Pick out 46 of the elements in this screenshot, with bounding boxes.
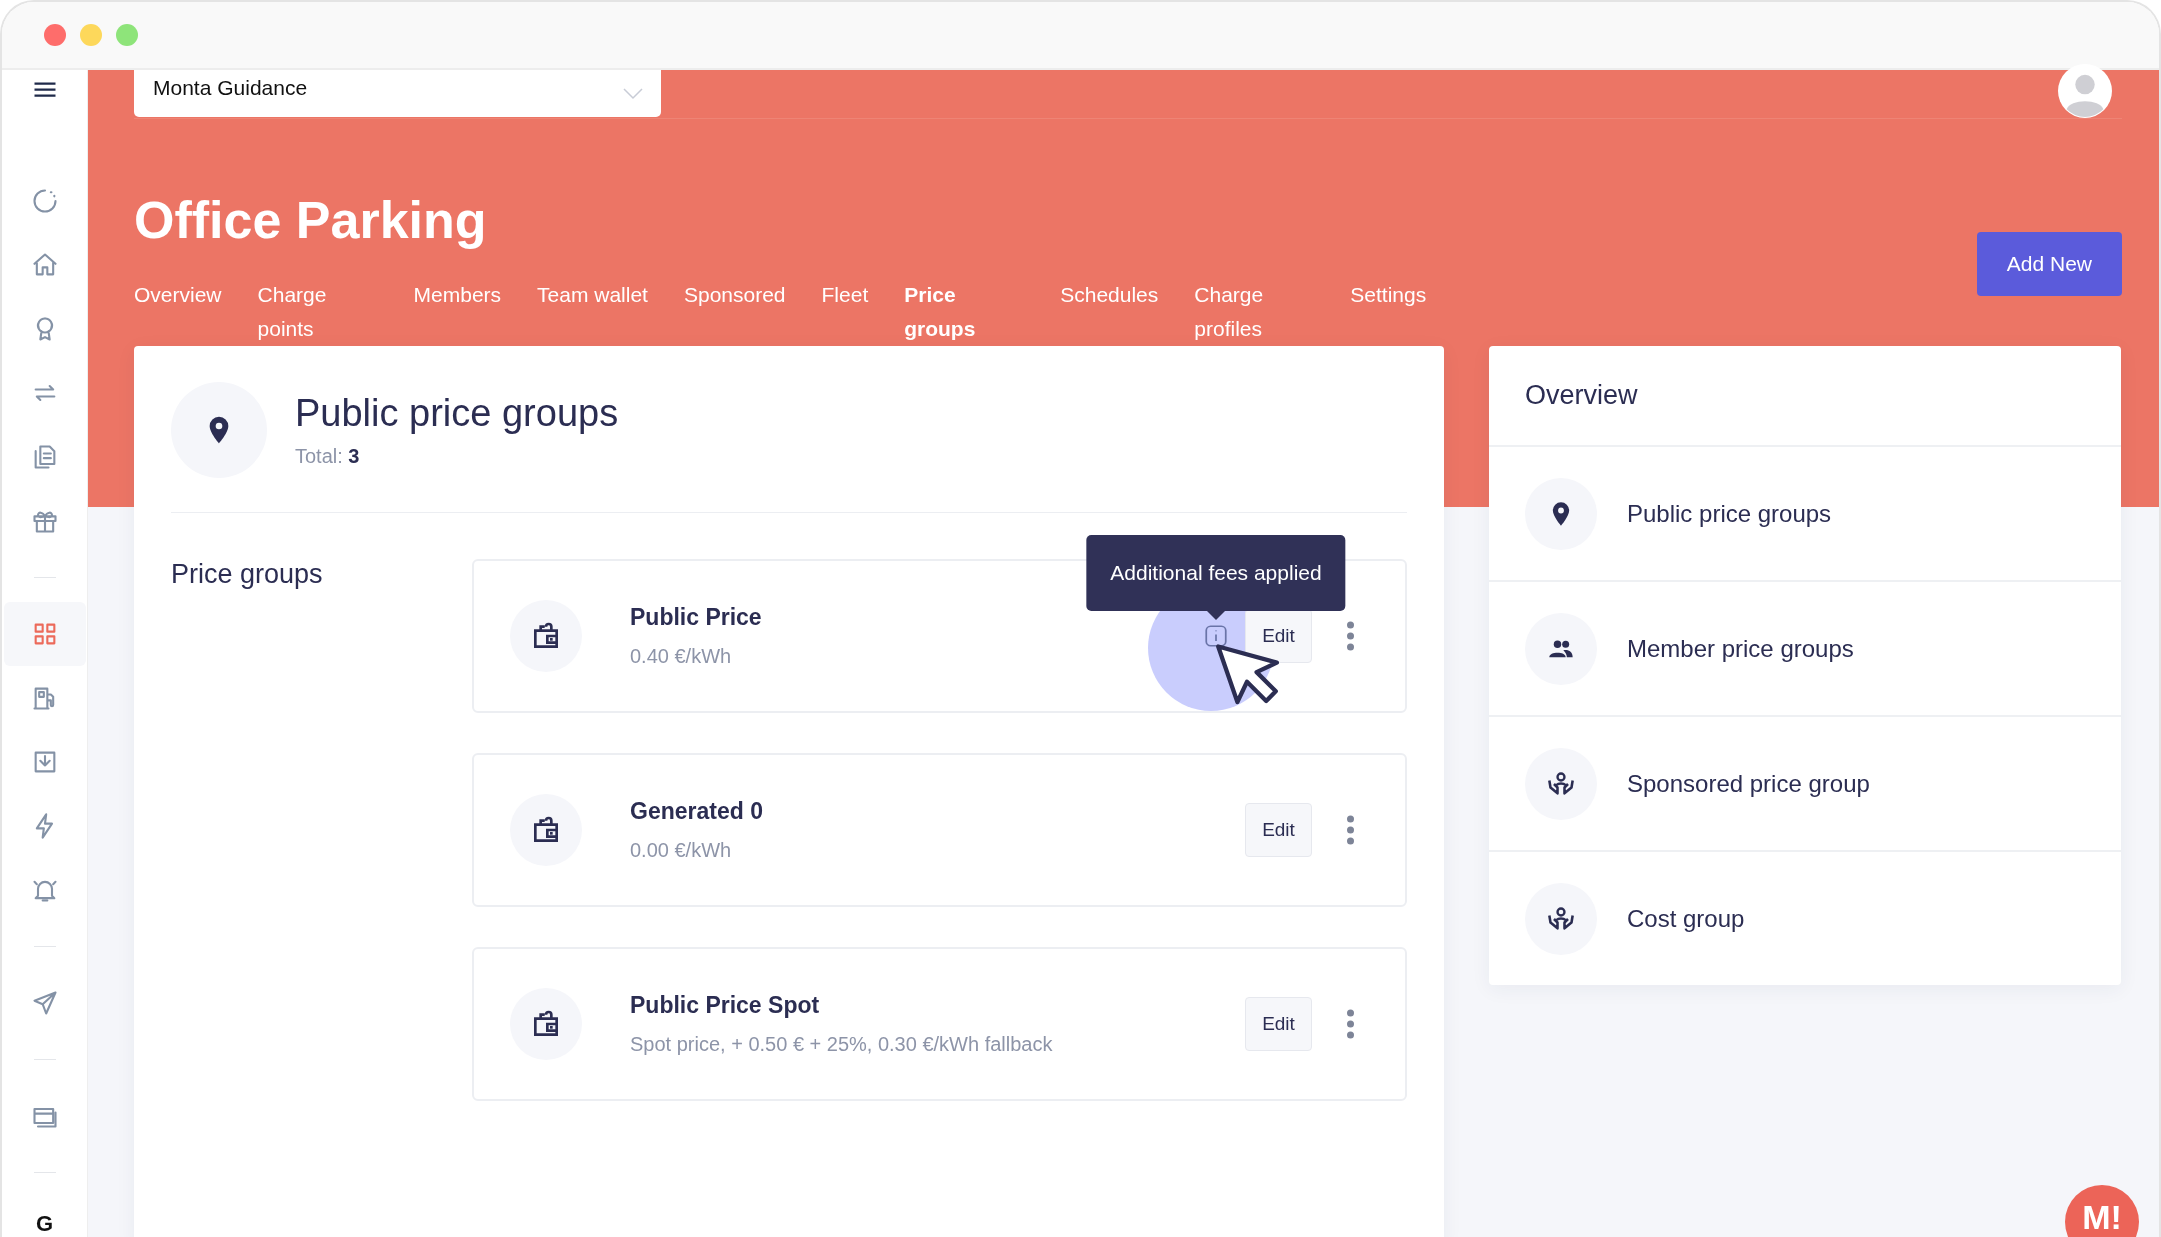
loading-icon	[30, 187, 59, 215]
tooltip-pointer	[1207, 611, 1225, 620]
total-count: Total: 3	[295, 445, 361, 468]
price-group-price: 0.40 €/kWh	[630, 645, 733, 668]
price-group-price: Spot price, + 0.50 € + 25%, 0.30 €/kWh fallback	[630, 1033, 1054, 1056]
add-new-button[interactable]: Add New	[1976, 232, 2122, 296]
tab[interactable]: Charge profiles	[1194, 278, 1315, 346]
price-group-name: Generated 0	[630, 798, 764, 825]
chevron-down-icon	[623, 87, 643, 100]
tab[interactable]: Sponsored	[683, 278, 786, 312]
tab[interactable]: Team wallet	[537, 278, 648, 312]
section-title: Price groups	[171, 559, 324, 591]
overview-item[interactable]: Cost group	[1489, 852, 2121, 985]
price-group-name: Public Price	[630, 604, 763, 631]
tab[interactable]: Fleet	[821, 278, 869, 312]
tab[interactable]: Overview	[134, 278, 222, 312]
card-title: Public price groups	[295, 392, 619, 435]
team-select[interactable]: Monta Guidance	[134, 70, 661, 117]
more-icon[interactable]	[1346, 621, 1355, 651]
page-title: Office Parking	[134, 190, 488, 250]
tab[interactable]: Price groups	[904, 278, 1025, 346]
send-icon	[30, 989, 59, 1017]
chat-button[interactable]: M!	[2065, 1185, 2139, 1237]
hands-person-icon	[1547, 904, 1575, 933]
hands-person-icon	[1547, 769, 1575, 798]
info-icon[interactable]	[1203, 623, 1229, 649]
tab[interactable]: Charge points	[257, 278, 378, 346]
edit-button[interactable]: Edit	[1245, 803, 1312, 857]
sidebar-item[interactable]	[3, 602, 86, 666]
overview-item[interactable]: Sponsored price group	[1489, 717, 2121, 852]
overview-item[interactable]: Member price groups	[1489, 582, 2121, 717]
avatar[interactable]	[2058, 64, 2112, 118]
tab[interactable]: Schedules	[1060, 278, 1159, 312]
more-icon[interactable]	[1346, 815, 1355, 845]
tooltip: Additional fees applied	[1086, 535, 1346, 611]
edit-button[interactable]: Edit	[1245, 609, 1312, 663]
tab[interactable]: Members	[413, 278, 502, 312]
sidebar-label: G	[35, 1211, 54, 1237]
tab[interactable]: Settings	[1350, 278, 1427, 312]
close-button[interactable]	[44, 24, 66, 46]
price-group-price: 0.00 €/kWh	[630, 839, 733, 862]
card-title: Overview	[1489, 346, 2121, 447]
price-group-name: Public Price Spot	[630, 992, 821, 1019]
more-icon[interactable]	[1346, 1009, 1355, 1039]
edit-button[interactable]: Edit	[1245, 997, 1312, 1051]
overview-item[interactable]: Public price groups	[1489, 447, 2121, 582]
